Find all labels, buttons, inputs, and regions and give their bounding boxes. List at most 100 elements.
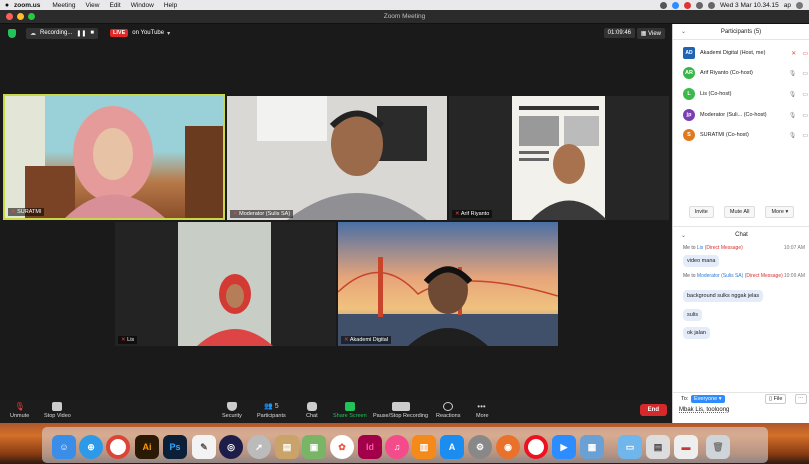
- chat-input[interactable]: Mbak Lis, tooloong: [679, 407, 805, 413]
- invite-button[interactable]: Invite: [688, 206, 714, 218]
- end-meeting-button[interactable]: End: [639, 404, 667, 416]
- live-target[interactable]: on YouTube: [132, 30, 164, 36]
- photos-icon[interactable]: ✿: [330, 435, 354, 459]
- security-button[interactable]: Security: [222, 402, 242, 419]
- file-button[interactable]: ▯ File: [765, 394, 787, 404]
- video-tile-akademi[interactable]: ✕ Akademi Digital: [338, 222, 558, 346]
- illustrator-icon[interactable]: Ai: [135, 435, 159, 459]
- record-status-icon[interactable]: [683, 1, 691, 9]
- wifi-icon[interactable]: [695, 1, 703, 9]
- mic-muted-icon[interactable]: ✕: [791, 50, 796, 57]
- avatar: L: [683, 88, 695, 100]
- music-icon[interactable]: ♫: [385, 435, 409, 459]
- safari-icon[interactable]: ⊕: [79, 435, 103, 459]
- chat-message[interactable]: sulis: [683, 309, 703, 321]
- preview-icon[interactable]: ▣: [302, 435, 326, 459]
- mic-icon[interactable]: 🎙: [789, 70, 797, 77]
- tile-name-label: ✕ SURATMI: [8, 208, 45, 216]
- chat-button[interactable]: Chat: [306, 402, 318, 419]
- menu-help[interactable]: Help: [164, 2, 177, 9]
- document-thumbnail-icon[interactable]: ▬: [674, 435, 698, 459]
- menu-window[interactable]: Window: [131, 2, 154, 9]
- mute-all-button[interactable]: Mute All: [723, 206, 756, 218]
- participant-row[interactable]: jp Moderator (Suli... (Co-host) 🎙 ▭: [683, 108, 808, 122]
- menu-edit[interactable]: Edit: [109, 2, 120, 9]
- stop-record-icon[interactable]: ■: [90, 30, 94, 36]
- video-off-icon[interactable]: ▭: [802, 50, 808, 57]
- participant-row[interactable]: S SURATMI (Co-host) 🎙 ▭: [683, 128, 808, 142]
- participant-row[interactable]: AD Akademi Digital (Host, me) ✕ ▭: [683, 46, 808, 60]
- chat-more-icon[interactable]: ⋯: [795, 394, 807, 404]
- finder-icon[interactable]: ☺: [52, 435, 76, 459]
- pause-stop-recording-button[interactable]: Pause/Stop Recording: [373, 402, 428, 419]
- menu-app-name[interactable]: zoom.us: [14, 2, 40, 9]
- siri-icon[interactable]: ◎: [219, 435, 243, 459]
- mic-icon[interactable]: 🎙: [789, 112, 797, 119]
- indesign-icon[interactable]: Id: [358, 435, 382, 459]
- mic-icon[interactable]: 🎙: [789, 91, 797, 98]
- chat-message[interactable]: video mana: [683, 255, 720, 267]
- menu-view[interactable]: View: [86, 2, 100, 9]
- screenshot-thumbnail-icon[interactable]: ▤: [646, 435, 670, 459]
- menu-meeting[interactable]: Meeting: [52, 2, 75, 9]
- spotlight-icon[interactable]: [796, 1, 803, 9]
- mac-menubar: ● zoom.us Meeting View Edit Window Help …: [0, 0, 809, 10]
- video-tile-suratmi[interactable]: ✕ SURATMI: [3, 94, 225, 220]
- video-tile-arif[interactable]: ✕ Arif Riyanto: [449, 96, 669, 220]
- participants-button[interactable]: 👥 5 Participants: [257, 402, 286, 419]
- participant-controls: 🎙 ▭: [789, 132, 808, 139]
- shield-icon: [226, 402, 237, 411]
- more-button[interactable]: ••• More: [476, 402, 489, 419]
- app-store-icon[interactable]: A: [440, 435, 464, 459]
- video-icon[interactable]: ▭: [802, 70, 808, 77]
- launchpad-icon[interactable]: ➚: [247, 435, 271, 459]
- chat-to[interactable]: Moderator (Sulis SA): [697, 273, 743, 279]
- menubar-clock[interactable]: Wed 3 Mar 10.34.15: [720, 2, 779, 9]
- participant-row[interactable]: AR Arif Riyanto (Co-host) 🎙 ▭: [683, 66, 808, 80]
- chat-message[interactable]: background sulks nggak jelas: [683, 290, 764, 302]
- firefox-icon[interactable]: ◉: [496, 435, 520, 459]
- video-icon[interactable]: ▭: [802, 91, 808, 98]
- photoshop-icon[interactable]: Ps: [163, 435, 187, 459]
- trash-icon[interactable]: 🗑: [706, 435, 730, 459]
- notes-icon[interactable]: ▤: [275, 435, 299, 459]
- textedit-icon[interactable]: ✎: [192, 435, 216, 459]
- video-tile-lis[interactable]: ✕ Lis: [115, 222, 336, 346]
- opera-icon[interactable]: [524, 435, 548, 459]
- books-icon[interactable]: ▥: [412, 435, 436, 459]
- menubar-user[interactable]: ap: [784, 2, 791, 9]
- pause-record-icon[interactable]: ❚❚: [76, 30, 86, 37]
- mic-icon[interactable]: 🎙: [789, 132, 797, 139]
- zoom-icon[interactable]: ▶: [552, 435, 576, 459]
- recipient-select[interactable]: Everyone ▾: [691, 395, 725, 403]
- chat-message[interactable]: ok jalan: [683, 327, 710, 339]
- collapse-chevron-icon[interactable]: ⌄: [681, 232, 686, 239]
- share-screen-icon: [344, 402, 355, 411]
- chevron-down-icon[interactable]: ▾: [167, 30, 170, 37]
- video-tile-moderator[interactable]: ✕ Moderator (Sulis SA): [227, 96, 447, 220]
- folder-icon[interactable]: ▭: [618, 435, 642, 459]
- chrome-icon[interactable]: [106, 435, 130, 459]
- collapse-chevron-icon[interactable]: ⌄: [681, 28, 686, 35]
- system-preferences-icon[interactable]: ⚙: [468, 435, 492, 459]
- recording-indicator[interactable]: ☁ Recording... ❚❚ ■: [26, 27, 99, 39]
- chat-compose: To: Everyone ▾ ▯ File ⋯ Mbak Lis, tooloo…: [673, 392, 809, 423]
- chat-to[interactable]: Lis: [697, 245, 703, 251]
- share-screen-button[interactable]: Share Screen: [333, 402, 367, 419]
- image-capture-icon[interactable]: ▦: [580, 435, 604, 459]
- status-icon[interactable]: [659, 1, 667, 9]
- apple-icon[interactable]: ●: [0, 2, 14, 9]
- zoom-status-icon[interactable]: [671, 1, 679, 9]
- view-button[interactable]: ▦ View: [636, 28, 665, 39]
- reactions-button[interactable]: Reactions: [436, 402, 460, 419]
- video-icon[interactable]: ▭: [802, 132, 808, 139]
- more-participants-button[interactable]: More ▾: [765, 206, 795, 218]
- stop-video-button[interactable]: Stop Video: [44, 402, 71, 419]
- encryption-shield-icon[interactable]: [8, 28, 16, 38]
- video-icon[interactable]: ▭: [802, 112, 808, 119]
- battery-icon[interactable]: [707, 1, 715, 9]
- participant-row[interactable]: L Lis (Co-host) 🎙 ▭: [683, 87, 808, 101]
- more-label: More: [476, 413, 489, 419]
- unmute-button[interactable]: 🎙 Unmute: [10, 402, 29, 419]
- participants-icon: 👥 5: [264, 403, 279, 410]
